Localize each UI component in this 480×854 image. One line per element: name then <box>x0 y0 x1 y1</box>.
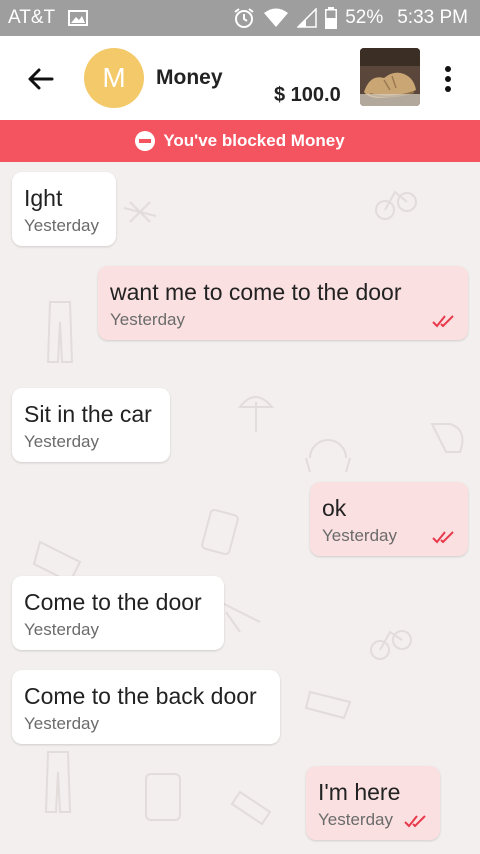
message-time: Yesterday <box>24 432 99 451</box>
read-receipt-icon <box>404 814 428 828</box>
message-bubble-outgoing[interactable]: want me to come to the door Yesterday <box>98 266 468 340</box>
message-bubble-incoming[interactable]: Ight Yesterday <box>12 172 116 246</box>
message-bubble-outgoing[interactable]: ok Yesterday <box>310 482 468 556</box>
message-time: Yesterday <box>110 310 185 329</box>
clock: 5:33 PM <box>397 7 468 28</box>
more-options-icon[interactable] <box>436 64 460 94</box>
message-bubble-incoming[interactable]: Sit in the car Yesterday <box>12 388 170 462</box>
signal-icon <box>297 8 317 28</box>
message-text: Ight <box>24 185 63 211</box>
message-time: Yesterday <box>24 216 99 235</box>
blocked-banner: You've blocked Money <box>0 120 480 162</box>
message-bubble-incoming[interactable]: Come to the back door Yesterday <box>12 670 280 744</box>
status-bar: AT&T 52% 5:33 PM <box>0 0 480 36</box>
message-text: Come to the door <box>24 589 202 615</box>
battery-icon <box>325 7 338 29</box>
avatar[interactable]: M <box>84 48 144 108</box>
chat-header: M Money $ 100.0 <box>0 36 480 120</box>
message-text: Come to the back door <box>24 683 257 709</box>
message-bubble-outgoing[interactable]: I'm here Yesterday <box>306 766 440 840</box>
message-time: Yesterday <box>24 714 99 733</box>
read-receipt-icon <box>432 314 456 328</box>
message-text: I'm here <box>318 779 401 805</box>
message-text: want me to come to the door <box>110 279 402 305</box>
wifi-icon <box>263 8 289 28</box>
blocked-banner-text: You've blocked Money <box>163 131 345 150</box>
message-bubble-incoming[interactable]: Come to the door Yesterday <box>12 576 224 650</box>
message-text: ok <box>322 495 347 521</box>
battery-percent: 52% <box>345 7 384 28</box>
item-price: $ 100.0 <box>274 84 341 106</box>
item-thumbnail[interactable] <box>360 48 420 106</box>
message-time: Yesterday <box>24 620 99 639</box>
message-list[interactable]: Ight Yesterday want me to come to the do… <box>0 162 480 854</box>
read-receipt-icon <box>432 530 456 544</box>
back-arrow-icon[interactable] <box>24 62 58 96</box>
blocked-icon <box>135 131 156 151</box>
status-right: 52% 5:33 PM <box>233 7 468 29</box>
carrier-label: AT&T <box>8 7 56 28</box>
message-text: Sit in the car <box>24 401 152 427</box>
contact-name[interactable]: Money <box>156 66 223 90</box>
alarm-icon <box>233 7 255 29</box>
image-notification-icon <box>68 10 88 26</box>
